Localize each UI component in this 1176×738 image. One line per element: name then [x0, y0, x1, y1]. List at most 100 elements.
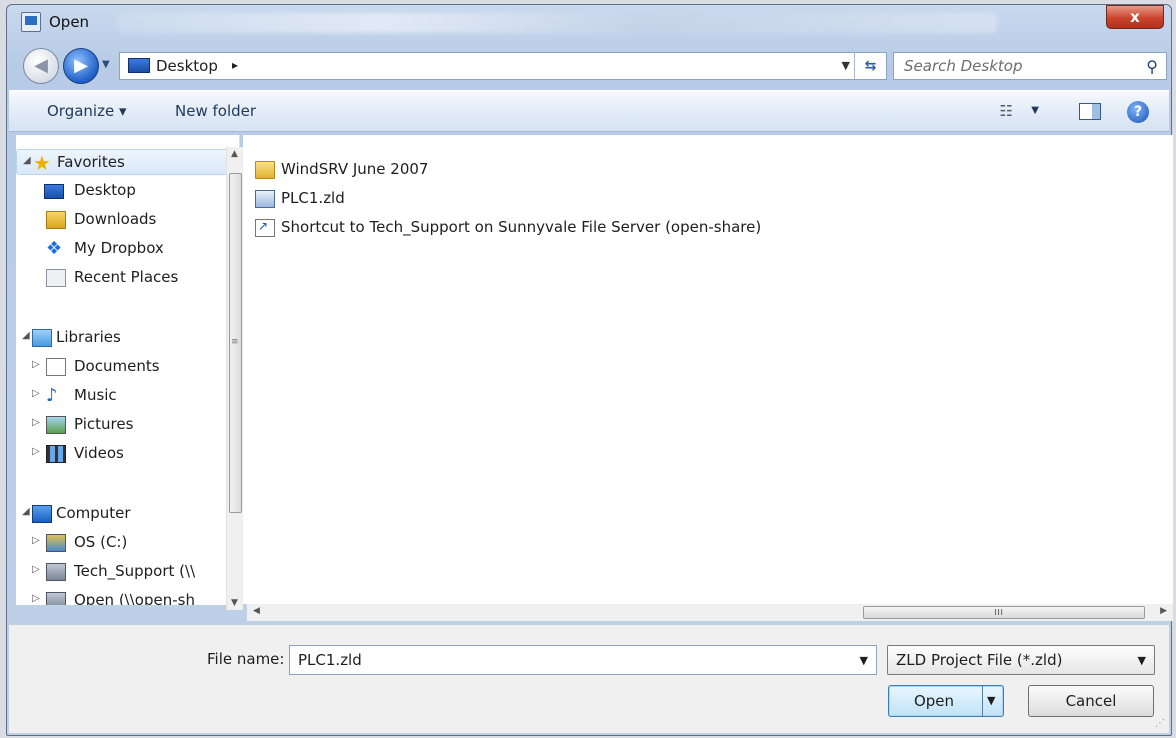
- refresh-button[interactable]: ⇆: [854, 53, 886, 79]
- collapse-icon[interactable]: ◢: [22, 330, 30, 341]
- expand-icon[interactable]: ▷: [32, 388, 40, 399]
- documents-icon: [46, 358, 66, 376]
- nav-item-desktop[interactable]: Desktop: [16, 178, 239, 204]
- nav-libraries-label: Libraries: [56, 328, 121, 346]
- nav-computer[interactable]: ◢ Computer: [16, 501, 239, 527]
- file-type-dropdown-icon[interactable]: ▼: [1138, 654, 1146, 667]
- nav-item-music[interactable]: ▷ ♪ Music: [16, 383, 239, 409]
- open-dialog-window: Open x ◀ ▶ ▼ Desktop ▸ ▼ ⇆ Search Deskto…: [6, 4, 1173, 736]
- nav-item-videos[interactable]: ▷ Videos: [16, 441, 239, 467]
- nav-vertical-scrollbar[interactable]: ▲ ≡ ▼: [226, 147, 243, 610]
- nav-item-documents[interactable]: ▷ Documents: [16, 354, 239, 380]
- computer-icon: [32, 505, 52, 523]
- libraries-icon: [32, 329, 52, 347]
- forward-arrow-icon: ▶: [74, 55, 88, 76]
- open-button[interactable]: Open ▼: [888, 685, 1004, 717]
- nav-item-tech-support[interactable]: ▷ Tech_Support (\\: [16, 559, 239, 585]
- nav-item-my-dropbox[interactable]: ❖ My Dropbox: [16, 236, 239, 262]
- nav-item-label: Tech_Support (\\: [74, 562, 196, 580]
- music-note-icon: ♪: [46, 385, 58, 406]
- nav-computer-label: Computer: [56, 504, 131, 522]
- nav-favorites-label: Favorites: [57, 153, 125, 171]
- search-placeholder: Search Desktop: [904, 57, 1023, 75]
- back-button[interactable]: ◀: [23, 48, 59, 84]
- address-bar[interactable]: Desktop ▸ ▼ ⇆: [119, 52, 887, 80]
- nav-item-open-share[interactable]: ▷ Open (\\open-sh: [16, 588, 239, 605]
- file-type-select[interactable]: ZLD Project File (*.zld) ▼: [887, 645, 1155, 675]
- nav-item-label: Recent Places: [74, 268, 179, 286]
- scroll-down-icon[interactable]: ▼: [231, 598, 238, 608]
- title-bar[interactable]: Open x: [7, 5, 1171, 39]
- scroll-grip-icon: ııı: [994, 605, 1004, 618]
- change-view-icon[interactable]: ☷: [1000, 102, 1013, 120]
- new-folder-button[interactable]: New folder: [175, 102, 256, 120]
- recent-places-icon: [46, 269, 66, 287]
- nav-favorites[interactable]: ◢ ★ Favorites: [16, 149, 239, 175]
- expand-icon[interactable]: ▷: [32, 535, 40, 546]
- file-list: WindSRV June 2007 PLC1.zld Shortcut to T…: [243, 135, 1173, 604]
- desktop-icon: [128, 58, 150, 73]
- blurred-background: [117, 13, 997, 33]
- expand-icon[interactable]: ▷: [32, 593, 40, 604]
- address-dropdown-icon[interactable]: ▼: [842, 59, 850, 72]
- view-dropdown-icon[interactable]: ▼: [1031, 105, 1039, 116]
- zld-file-icon: [255, 190, 275, 208]
- nav-item-downloads[interactable]: Downloads: [16, 207, 239, 233]
- nav-item-pictures[interactable]: ▷ Pictures: [16, 412, 239, 438]
- nav-item-label: Videos: [74, 444, 124, 462]
- open-options-dropdown-icon[interactable]: ▼: [987, 686, 995, 716]
- expand-icon[interactable]: ▷: [32, 417, 40, 428]
- desktop-icon: [44, 184, 64, 199]
- collapse-icon[interactable]: ◢: [23, 155, 31, 166]
- nav-item-label: Pictures: [74, 415, 134, 433]
- dropbox-icon: ❖: [46, 238, 63, 259]
- address-location[interactable]: Desktop: [156, 57, 218, 75]
- back-arrow-icon: ◀: [34, 55, 48, 76]
- command-bar: Organize ▾ New folder ☷ ▼ ?: [9, 90, 1169, 132]
- file-name-dropdown-icon[interactable]: ▼: [860, 654, 868, 667]
- file-list-horizontal-scrollbar[interactable]: ◀ ııı ▶: [247, 604, 1173, 621]
- file-name-input[interactable]: PLC1.zld ▼: [289, 645, 877, 675]
- resize-grip-icon[interactable]: ⋰: [1155, 718, 1165, 729]
- refresh-icon: ⇆: [864, 58, 877, 74]
- shortcut-icon: [255, 219, 275, 237]
- forward-button[interactable]: ▶: [63, 48, 99, 84]
- nav-libraries[interactable]: ◢ Libraries: [16, 325, 239, 351]
- expand-icon[interactable]: ▷: [32, 564, 40, 575]
- expand-icon[interactable]: ▷: [32, 446, 40, 457]
- network-drive-icon: [46, 592, 66, 605]
- address-row: ◀ ▶ ▼ Desktop ▸ ▼ ⇆ Search Desktop ⚲: [7, 45, 1171, 85]
- navigation-pane: ◢ ★ Favorites Desktop Downloads ❖ My Dro…: [16, 135, 240, 605]
- nav-item-label: Music: [74, 386, 117, 404]
- search-icon[interactable]: ⚲: [1146, 57, 1158, 76]
- preview-pane-icon[interactable]: [1079, 103, 1101, 120]
- nav-item-label: Documents: [74, 357, 160, 375]
- expand-icon[interactable]: ▷: [32, 359, 40, 370]
- recent-locations-dropdown[interactable]: ▼: [102, 59, 110, 70]
- collapse-icon[interactable]: ◢: [22, 506, 30, 517]
- os-drive-icon: [46, 534, 66, 552]
- favorites-star-icon: ★: [33, 151, 51, 175]
- cancel-button[interactable]: Cancel: [1028, 685, 1154, 717]
- close-button[interactable]: x: [1106, 5, 1164, 29]
- pictures-icon: [46, 416, 66, 434]
- horizontal-scroll-thumb[interactable]: ııı: [863, 605, 1145, 619]
- scroll-up-icon[interactable]: ▲: [231, 149, 238, 159]
- nav-item-recent-places[interactable]: Recent Places: [16, 265, 239, 291]
- file-name-value[interactable]: PLC1.zld: [298, 651, 362, 669]
- nav-item-label: OS (C:): [74, 533, 128, 551]
- scroll-left-icon[interactable]: ◀: [253, 606, 260, 616]
- nav-item-label: Desktop: [74, 181, 136, 199]
- app-icon: [21, 12, 41, 32]
- search-input[interactable]: Search Desktop ⚲: [893, 52, 1167, 80]
- organize-button[interactable]: Organize ▾: [47, 102, 127, 120]
- breadcrumb-chevron-icon[interactable]: ▸: [232, 58, 238, 72]
- file-name-label: File name:: [207, 650, 285, 668]
- scroll-right-icon[interactable]: ▶: [1160, 606, 1167, 616]
- help-icon[interactable]: ?: [1127, 101, 1149, 123]
- nav-item-os-drive[interactable]: ▷ OS (C:): [16, 530, 239, 556]
- file-item-label: WindSRV June 2007: [281, 160, 429, 178]
- file-item-label: PLC1.zld: [281, 189, 345, 207]
- nav-item-label: My Dropbox: [74, 239, 164, 257]
- folder-icon: [255, 161, 275, 179]
